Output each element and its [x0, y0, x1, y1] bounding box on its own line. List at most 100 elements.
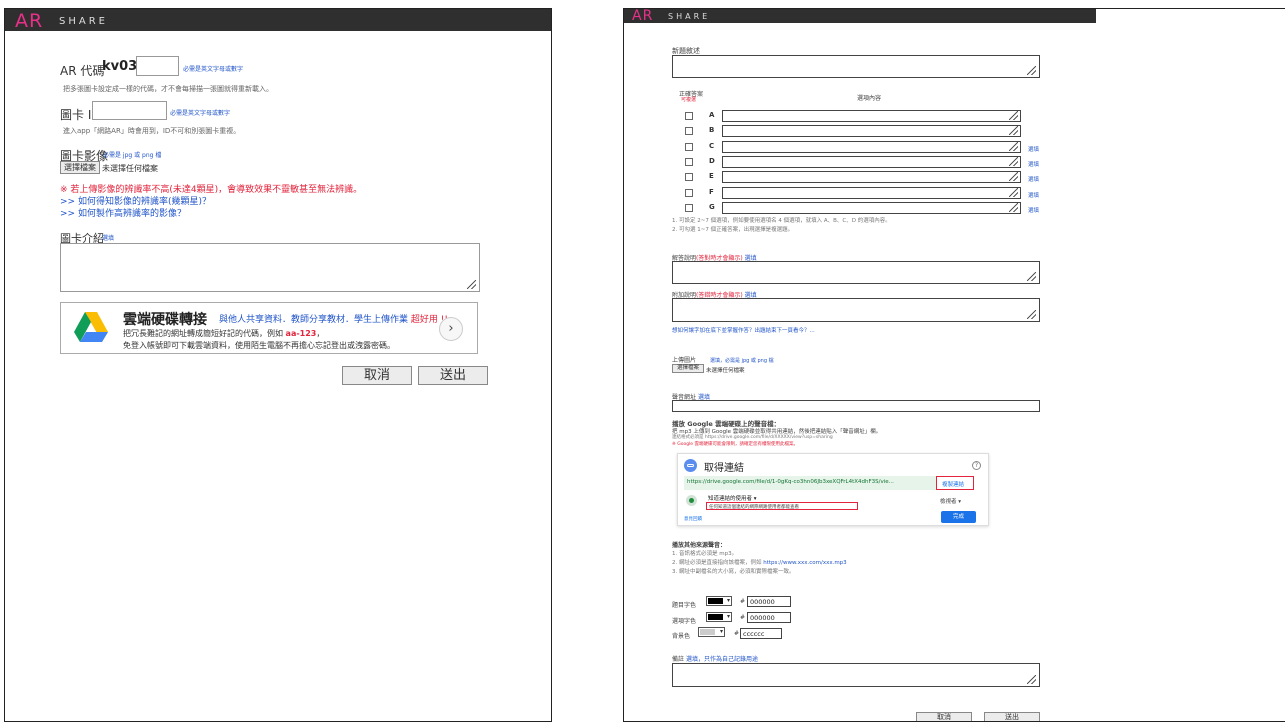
bg-color-value: cccccc: [743, 630, 765, 638]
resize-handle-icon[interactable]: [1009, 202, 1018, 212]
remark-label: 備註 選填，只作為自己記錄用途: [672, 654, 758, 663]
option-content-input[interactable]: [722, 186, 1021, 199]
option-color-input[interactable]: 000000: [747, 612, 791, 623]
resize-handle-icon[interactable]: [1009, 126, 1018, 136]
hash-sign: #: [740, 614, 746, 621]
ar-card-form-panel: AR SHARE AR 代碼 kv03 - 必需是英文字母或數字 把多張圖卡設定…: [4, 8, 552, 722]
correct-answer-checkbox[interactable]: [685, 127, 693, 136]
option-color-value: 000000: [750, 614, 775, 622]
other-sound-2-text: 2. 網址必須是直接指向該檔案，例如: [672, 560, 764, 566]
other-sound-2-url: https://www.xxx.com/xxx.mp3: [763, 560, 847, 566]
option-content-input[interactable]: [722, 155, 1021, 168]
resize-handle-icon[interactable]: [467, 280, 476, 289]
top-bar: AR SHARE: [624, 9, 1096, 24]
resize-handle-icon[interactable]: [1027, 66, 1036, 75]
cancel-button[interactable]: 取消: [342, 366, 412, 385]
promo-line1-end: ，: [316, 329, 325, 338]
link-make-image[interactable]: >> 如何製作高辨識率的影像？: [60, 206, 186, 219]
submit-button[interactable]: 送出: [984, 712, 1040, 721]
card-id-hint: 必需是英文字母或數字: [170, 110, 231, 117]
correct-answer-sub: 可複選: [681, 97, 697, 103]
option-color-label: 選項字色: [672, 618, 697, 625]
option-optional-label: 選填: [1028, 207, 1040, 214]
ar-code-desc: 把多張圖卡設定成一樣的代碼，才不會每掃描一張圖就得重新載入。: [63, 85, 273, 93]
card-id-desc: 進入app「網路AR」時會用到，ID不可和別張圖卡重複。: [63, 127, 241, 135]
correct-answer-checkbox[interactable]: [685, 203, 693, 212]
answer-explain-textarea[interactable]: [672, 261, 1040, 284]
submit-button[interactable]: 送出: [418, 366, 488, 385]
option-content-input[interactable]: [722, 201, 1021, 214]
promo-example-code: aa-123: [285, 329, 317, 338]
logo-share: SHARE: [668, 12, 711, 21]
resize-handle-icon[interactable]: [1009, 141, 1018, 151]
option-content-input[interactable]: [722, 110, 1021, 122]
question-color-picker[interactable]: ▾: [706, 596, 732, 606]
explain-help-link[interactable]: 想如何讓字加在底下並掌握作答？出題結束下一頁看今？...: [672, 326, 815, 334]
share-dialog-title: 取得連結: [704, 463, 744, 474]
resize-handle-icon[interactable]: [1027, 310, 1036, 319]
resize-handle-icon[interactable]: [1009, 111, 1018, 120]
option-content-input[interactable]: [722, 140, 1021, 153]
option-content-input[interactable]: [722, 125, 1021, 138]
resize-handle-icon[interactable]: [1027, 272, 1036, 281]
option-letter: F: [709, 187, 714, 196]
sound-url-input[interactable]: [672, 400, 1040, 412]
bg-color-picker[interactable]: ▾: [698, 627, 725, 637]
option-letter: C: [709, 141, 715, 150]
link-access-desc: 任何知道這個連結的網際網路使用者都能查看: [709, 505, 799, 510]
viewer-role-dropdown[interactable]: 檢視者 ▾: [940, 497, 961, 505]
remark-text: 備註: [672, 656, 685, 663]
share-url-box[interactable]: https://drive.google.com/file/d/1-0gKq-c…: [684, 476, 936, 490]
resize-handle-icon[interactable]: [1027, 675, 1036, 684]
bg-color-fill: [700, 629, 715, 635]
promo-line1: 把冗長難記的網址轉成簡短好記的代碼，例如 aa-123，: [123, 328, 324, 339]
done-button[interactable]: 完成: [941, 511, 976, 523]
promo-title: 雲端硬碟轉接: [123, 312, 207, 328]
help-icon[interactable]: ?: [972, 461, 981, 470]
promo-subtitle: 與他人共享資料．教師分享教材．學生上傳作業 超好用 !!: [219, 312, 448, 325]
extra-explain-textarea[interactable]: [672, 298, 1040, 322]
upload-image-label: 上傳圖片: [672, 357, 697, 364]
correct-answer-checkbox[interactable]: [685, 157, 693, 166]
gdrive-example: 連結格式必須是 https://drive.google.com/file/d/…: [672, 435, 833, 440]
gdrive-promo-banner[interactable]: 雲端硬碟轉接 與他人共享資料．教師分享教材．學生上傳作業 超好用 !! 把冗長難…: [60, 302, 478, 354]
question-color-input[interactable]: 000000: [747, 596, 791, 607]
hash-sign: #: [740, 598, 746, 605]
copy-link-button[interactable]: 複製連結: [936, 476, 974, 490]
remark-textarea[interactable]: [672, 663, 1040, 687]
option-letter: B: [709, 126, 715, 135]
question-textarea[interactable]: [672, 55, 1040, 78]
resize-handle-icon[interactable]: [1009, 156, 1018, 166]
feedback-link[interactable]: 意見回饋: [684, 516, 702, 522]
ar-code-label: AR 代碼: [60, 64, 105, 78]
card-id-input[interactable]: [92, 101, 167, 120]
option-color-fill: [708, 614, 723, 620]
card-intro-textarea[interactable]: [60, 243, 480, 292]
choose-file-button[interactable]: 選擇檔案: [60, 161, 100, 174]
logo-share: SHARE: [59, 16, 108, 27]
chevron-right-icon[interactable]: ›: [439, 317, 463, 341]
correct-answer-checkbox[interactable]: [685, 142, 693, 151]
correct-answer-checkbox[interactable]: [685, 112, 693, 120]
option-content-input[interactable]: [722, 171, 1021, 184]
bg-color-input[interactable]: cccccc: [740, 628, 782, 639]
option-letter: G: [709, 202, 715, 211]
resize-handle-icon[interactable]: [1009, 187, 1018, 197]
ar-code-hint: 必需是英文字母或數字: [183, 66, 244, 73]
other-sound-3: 3. 網址中副檔名的大小寫，必須和實際檔案一致。: [672, 569, 795, 575]
gdrive-warning: ※ Google 雲端硬碟可能會限制，請確定您有權限使用此檔案。: [672, 442, 798, 447]
share-url: https://drive.google.com/file/d/1-0gKq-c…: [687, 479, 894, 485]
no-file-text: 未選擇任何檔案: [102, 164, 158, 173]
no-file-text: 未選擇任何檔案: [706, 368, 745, 374]
promo-line1-text: 把冗長難記的網址轉成簡短好記的代碼，例如: [123, 329, 286, 338]
cancel-button[interactable]: 取消: [916, 712, 972, 721]
choose-file-button[interactable]: 選擇檔案: [672, 364, 704, 373]
correct-answer-checkbox[interactable]: [685, 173, 693, 182]
ar-code-input[interactable]: [136, 56, 179, 76]
question-color-label: 題目字色: [672, 602, 697, 609]
link-access-dropdown[interactable]: 知道連結的使用者 ▾: [708, 494, 757, 502]
option-color-picker[interactable]: ▾: [706, 612, 732, 622]
correct-answer-checkbox[interactable]: [685, 188, 693, 197]
quiz-form-panel: AR SHARE 新題敘述 正確答案 可複選 選項內容 A B C 選填 D 選填 E 選填 F…: [623, 8, 1285, 722]
resize-handle-icon[interactable]: [1009, 172, 1018, 182]
